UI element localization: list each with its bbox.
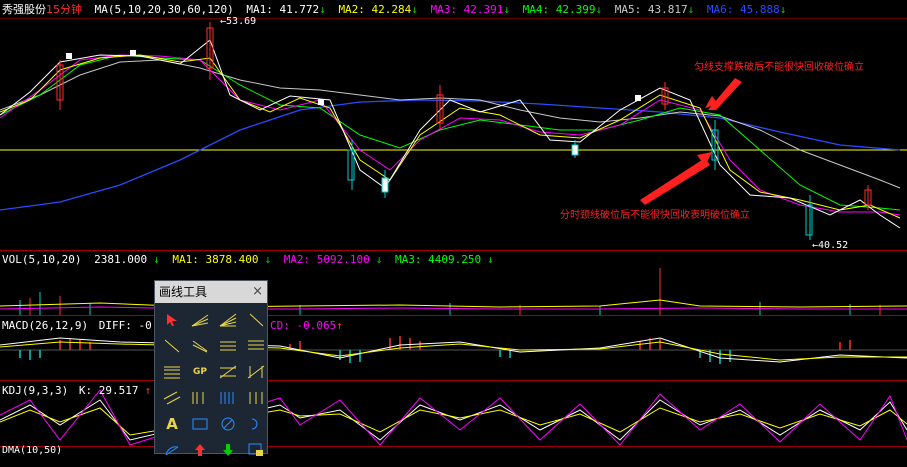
- period-label[interactable]: 15分钟: [46, 3, 82, 16]
- gann-lines-icon[interactable]: [217, 335, 239, 357]
- low-price-label: ←40.52: [812, 240, 849, 251]
- high-price-label: ←53.69: [220, 16, 257, 27]
- stock-name[interactable]: 秀强股份: [2, 3, 46, 16]
- channel-icon[interactable]: [161, 387, 183, 409]
- ma1-value: MA1: 41.772↓: [246, 3, 326, 16]
- ma2-value: MA2: 42.284↓: [338, 3, 418, 16]
- ma6-value: MA6: 45.888↓: [706, 3, 787, 16]
- angle-icon[interactable]: [161, 439, 183, 461]
- volume-ma2: MA2: 5092.100 ↓: [283, 253, 383, 266]
- equal-lines-icon[interactable]: [245, 387, 267, 409]
- ma3-value: MA3: 42.391↓: [430, 3, 511, 16]
- volume-ma3: MA3: 4409.250 ↓: [395, 253, 494, 266]
- ma5-value: MA5: 43.817↓: [614, 3, 695, 16]
- volume-label: VOL(5,10,20): [2, 253, 82, 266]
- gp-tool-icon[interactable]: GP: [189, 361, 211, 383]
- text-tool-icon[interactable]: A: [161, 413, 183, 435]
- fibonacci-icon[interactable]: [161, 361, 183, 383]
- volume-ma1: MA1: 3878.400 ↓: [172, 253, 272, 266]
- cycle-lines-icon[interactable]: [189, 387, 211, 409]
- diagonal-line-icon[interactable]: [245, 309, 267, 331]
- macd-value: CD: -0.065↑: [270, 319, 343, 332]
- pointer-icon[interactable]: [161, 309, 183, 331]
- drawing-tools-title: 画线工具: [159, 285, 208, 299]
- macd-label: MACD(26,12,9): [2, 319, 89, 332]
- vertical-lines-icon[interactable]: [245, 361, 267, 383]
- parallel-lines-icon[interactable]: [245, 335, 267, 357]
- rectangle-icon[interactable]: [189, 413, 211, 435]
- wave-lines-icon[interactable]: [217, 361, 239, 383]
- main-legend: 秀强股份15分钟 MA(5,10,20,30,60,120) MA1: 41.7…: [2, 3, 792, 16]
- ray-line-icon[interactable]: [189, 335, 211, 357]
- drawing-tools-titlebar[interactable]: 画线工具 ×: [155, 281, 267, 303]
- fan-lines-icon[interactable]: [189, 309, 211, 331]
- kdj-label: KDJ(9,3,3): [2, 384, 69, 397]
- close-icon[interactable]: ×: [252, 281, 263, 303]
- time-lines-icon[interactable]: [217, 387, 239, 409]
- ma4-value: MA4: 42.399↓: [522, 3, 603, 16]
- tool-grid: GP A: [155, 303, 267, 467]
- speed-lines-icon[interactable]: [217, 309, 239, 331]
- volume-value: 2381.000 ↓: [94, 253, 160, 266]
- circle-icon[interactable]: [217, 413, 239, 435]
- arc-icon[interactable]: [245, 413, 267, 435]
- up-arrow-icon[interactable]: [189, 439, 211, 461]
- down-arrow-icon[interactable]: [217, 439, 239, 461]
- macd-legend: MACD(26,12,9) DIFF: -0.36: [2, 319, 178, 332]
- trend-line-icon[interactable]: [161, 335, 183, 357]
- kdj-k: K: 29.517↑,: [78, 384, 164, 397]
- volume-legend: VOL(5,10,20) 2381.000 ↓ MA1: 3878.400 ↓ MA…: [2, 253, 500, 266]
- annotation-ma-support: 匀线支撑跌破后不能很快回收破位确立: [694, 62, 864, 73]
- ma-params: MA(5,10,20,30,60,120): [94, 3, 234, 16]
- screen-capture-icon[interactable]: [245, 439, 267, 461]
- annotation-neckline: 分时颈线破位后不能很快回收表明破位确立: [560, 210, 750, 221]
- drawing-tools-window[interactable]: 画线工具 × GP A: [154, 280, 268, 456]
